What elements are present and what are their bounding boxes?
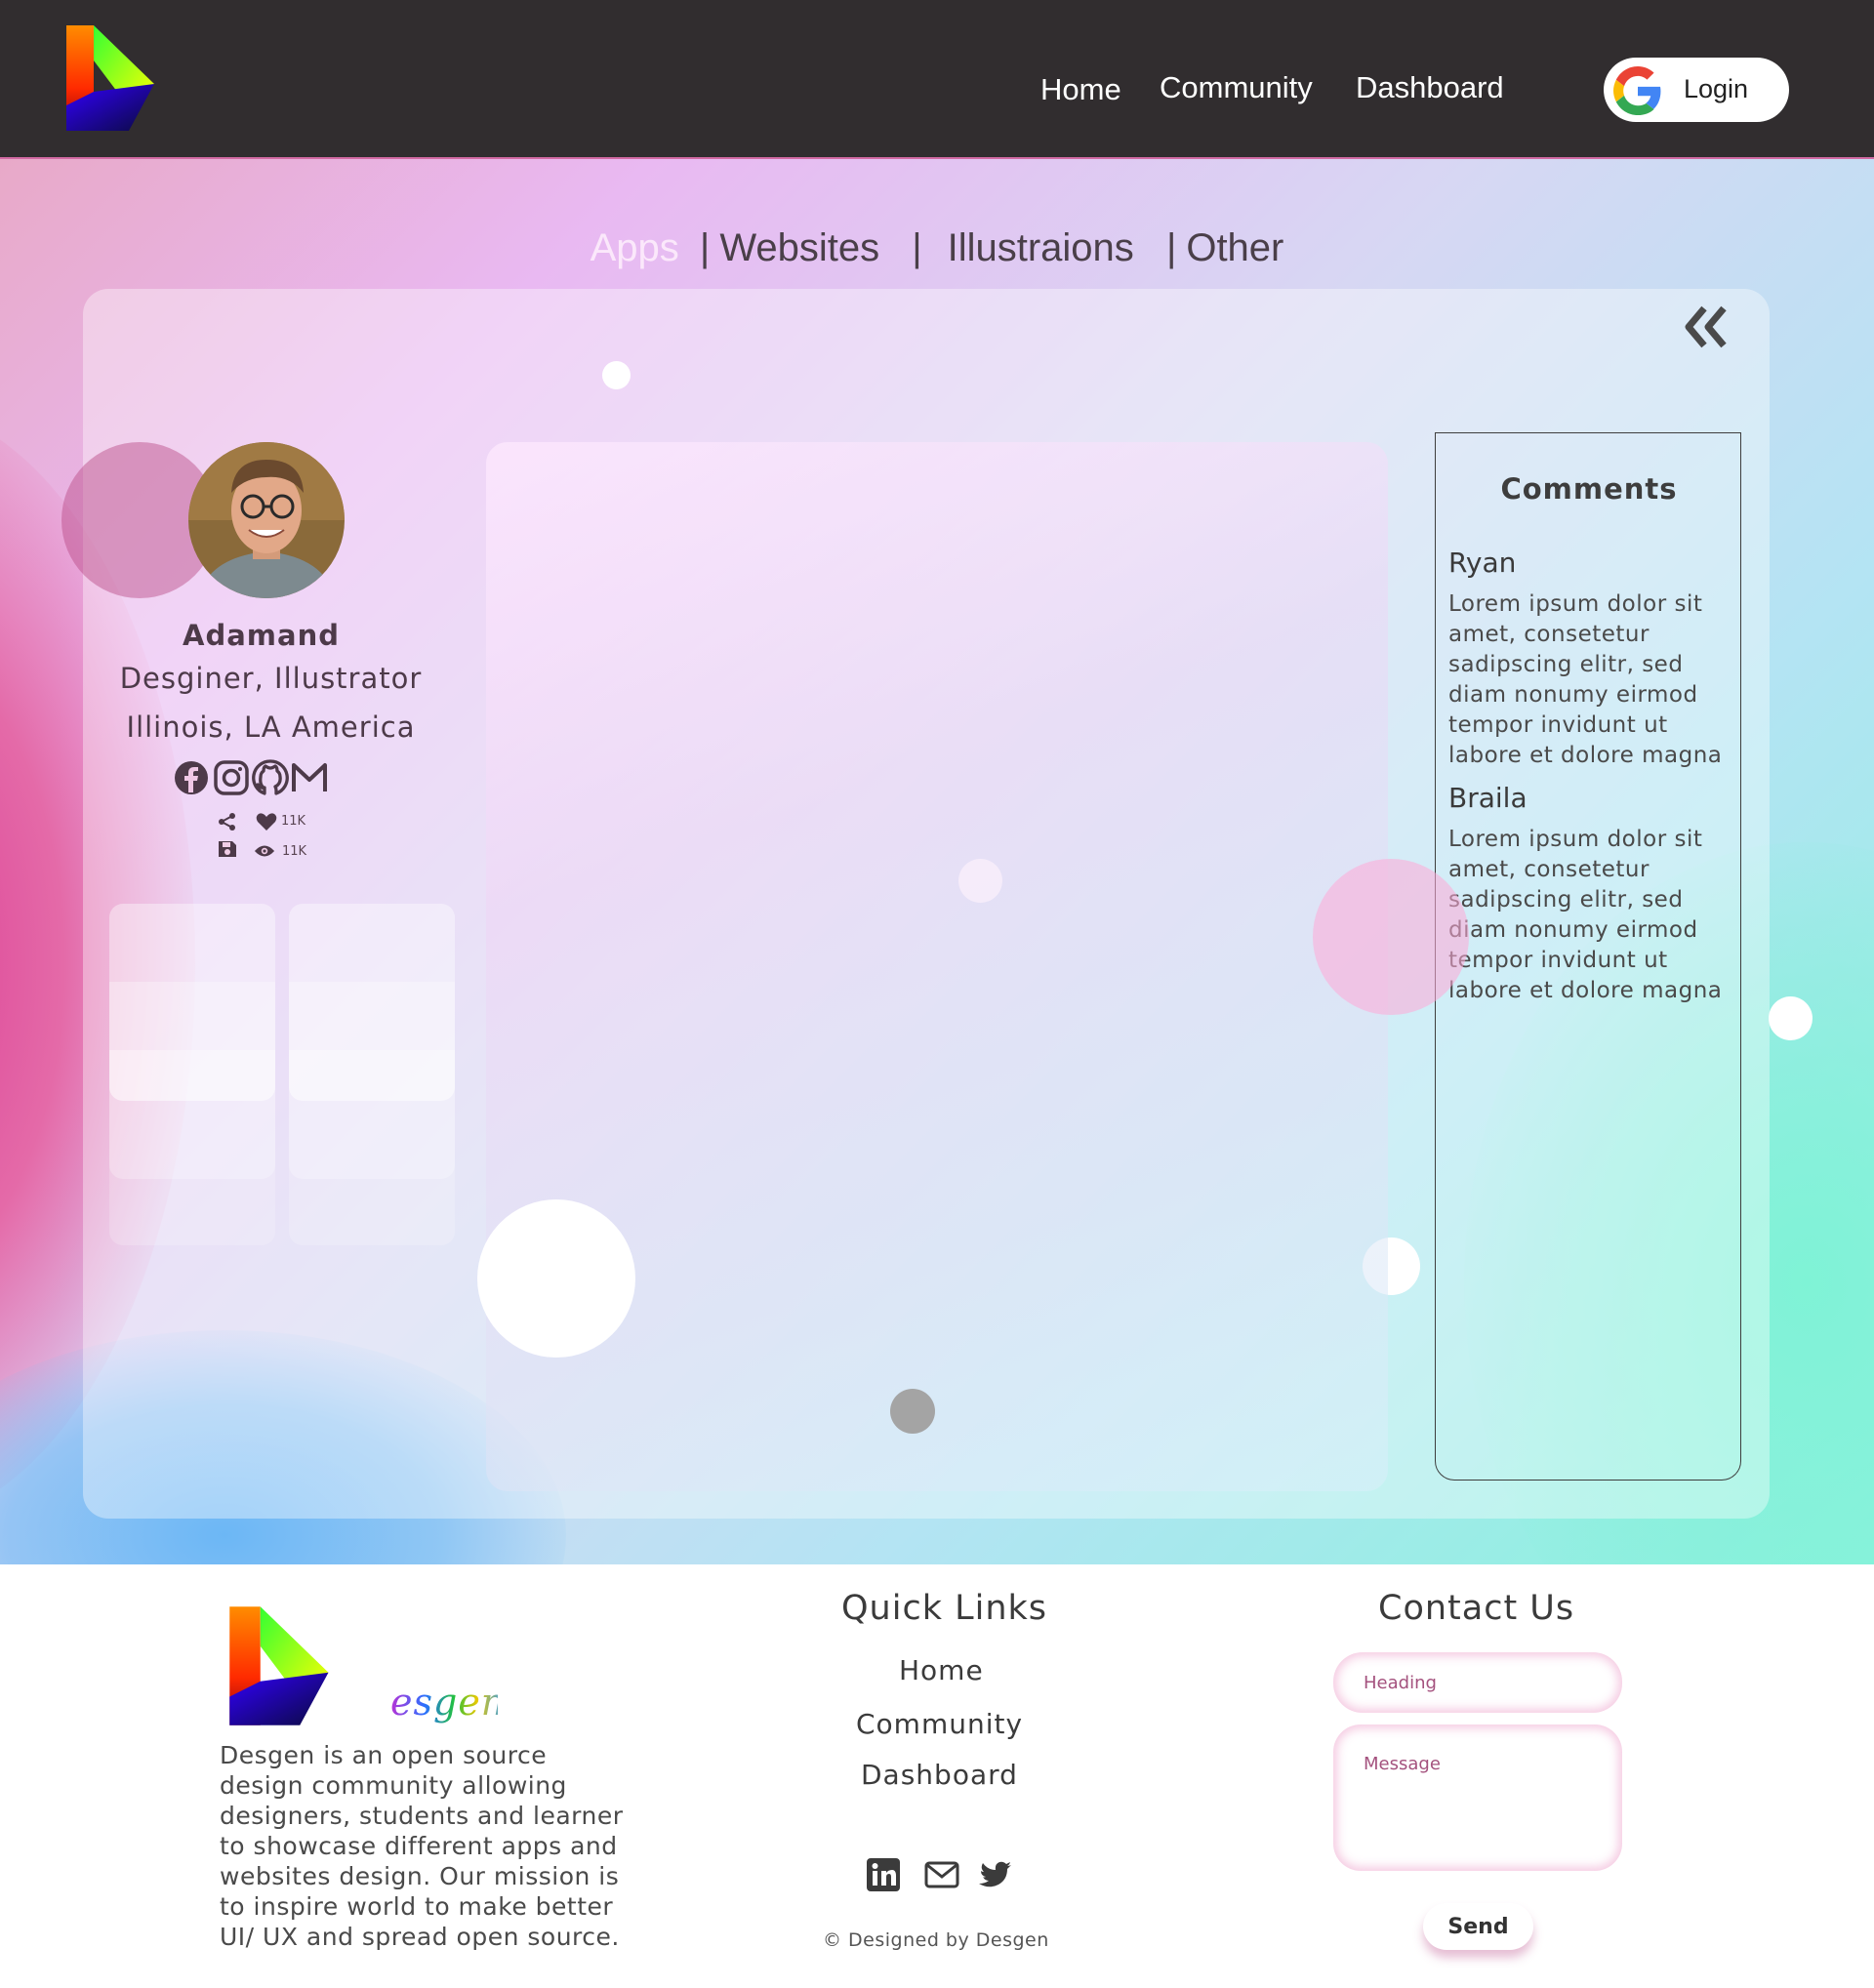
share-icon[interactable] <box>217 812 238 832</box>
tab-illustrations[interactable]: Illustraions <box>948 226 1134 269</box>
footer-link-dashboard[interactable]: Dashboard <box>861 1759 1018 1791</box>
likes-count: 11K <box>281 814 306 829</box>
top-navbar: Home Community Dashboard Login <box>0 0 1874 159</box>
tab-separator: | <box>912 226 922 269</box>
brand-text: esgen <box>390 1681 498 1724</box>
comments-title: Comments <box>1500 472 1678 506</box>
instagram-icon[interactable] <box>213 759 250 796</box>
tab-apps[interactable]: Apps <box>591 226 679 269</box>
avatar[interactable] <box>188 442 345 598</box>
footer-description: Desgen is an open source design communit… <box>220 1741 624 1951</box>
comment-author: Braila <box>1448 782 1528 814</box>
decor-bubble <box>1313 859 1469 1015</box>
twitter-icon[interactable] <box>978 1857 1013 1892</box>
comment-text: Lorem ipsum dolor sit amet, consetetur s… <box>1448 827 1723 1003</box>
linkedin-icon[interactable] <box>866 1857 901 1892</box>
eye-icon[interactable] <box>254 841 275 861</box>
comments-panel: Comments Ryan Lorem ipsum dolor sit amet… <box>1435 432 1741 1481</box>
send-button[interactable]: Send <box>1423 1903 1533 1950</box>
views-count: 11K <box>282 844 307 859</box>
gmail-icon[interactable] <box>291 759 328 796</box>
heart-icon[interactable] <box>256 812 277 832</box>
tab-separator: | <box>699 226 711 269</box>
brand-wordmark: esgen <box>390 1681 505 1724</box>
nav-home[interactable]: Home <box>1040 72 1121 107</box>
comment-text: Lorem ipsum dolor sit amet, consetetur s… <box>1448 591 1723 768</box>
heading-input[interactable] <box>1333 1652 1622 1713</box>
nav-community[interactable]: Community <box>1160 70 1313 105</box>
mail-icon[interactable] <box>924 1857 959 1892</box>
category-tabs: Apps | Websites | Illustraions | Other <box>0 226 1874 270</box>
decor-bubble <box>477 1199 635 1358</box>
tab-other[interactable]: Other <box>1186 226 1283 269</box>
decor-bubble <box>602 361 631 389</box>
avatar-photo <box>188 442 345 598</box>
thumbnail-card[interactable] <box>289 904 455 1245</box>
footer-link-community[interactable]: Community <box>856 1708 1023 1740</box>
login-label: Login <box>1684 74 1749 103</box>
comment-author: Ryan <box>1448 547 1517 579</box>
facebook-icon[interactable] <box>173 759 210 796</box>
github-icon[interactable] <box>252 759 289 796</box>
google-login-button[interactable]: Login <box>1604 58 1789 122</box>
decor-bubble <box>1769 996 1813 1040</box>
save-icon[interactable] <box>217 839 238 859</box>
contact-us-title: Contact Us <box>1378 1589 1575 1628</box>
profile-role: Desginer, Illustrator <box>119 662 423 695</box>
nav-dashboard[interactable]: Dashboard <box>1356 70 1504 105</box>
footer-link-home[interactable]: Home <box>899 1654 984 1686</box>
message-input[interactable] <box>1333 1724 1622 1871</box>
carousel-dot[interactable] <box>890 1389 935 1434</box>
footer: esgen Desgen is an open source design co… <box>0 1564 1874 1988</box>
tab-websites[interactable]: Websites <box>719 226 879 269</box>
thumbnail-card[interactable] <box>109 904 275 1245</box>
desgen-logo-icon[interactable] <box>227 1603 333 1729</box>
double-chevron-left-icon[interactable] <box>1683 304 1731 349</box>
design-preview[interactable] <box>486 442 1388 1491</box>
footer-brand-name: esgen <box>390 1680 505 1735</box>
desgen-logo-icon[interactable] <box>64 23 158 133</box>
profile-name: Adamand <box>183 619 340 652</box>
google-icon <box>1613 66 1661 115</box>
profile-location: Illinois, LA America <box>126 710 416 744</box>
tab-separator: | <box>1165 226 1177 269</box>
quick-links-title: Quick Links <box>841 1589 1048 1628</box>
copyright: © Designed by Desgen <box>823 1929 1049 1951</box>
